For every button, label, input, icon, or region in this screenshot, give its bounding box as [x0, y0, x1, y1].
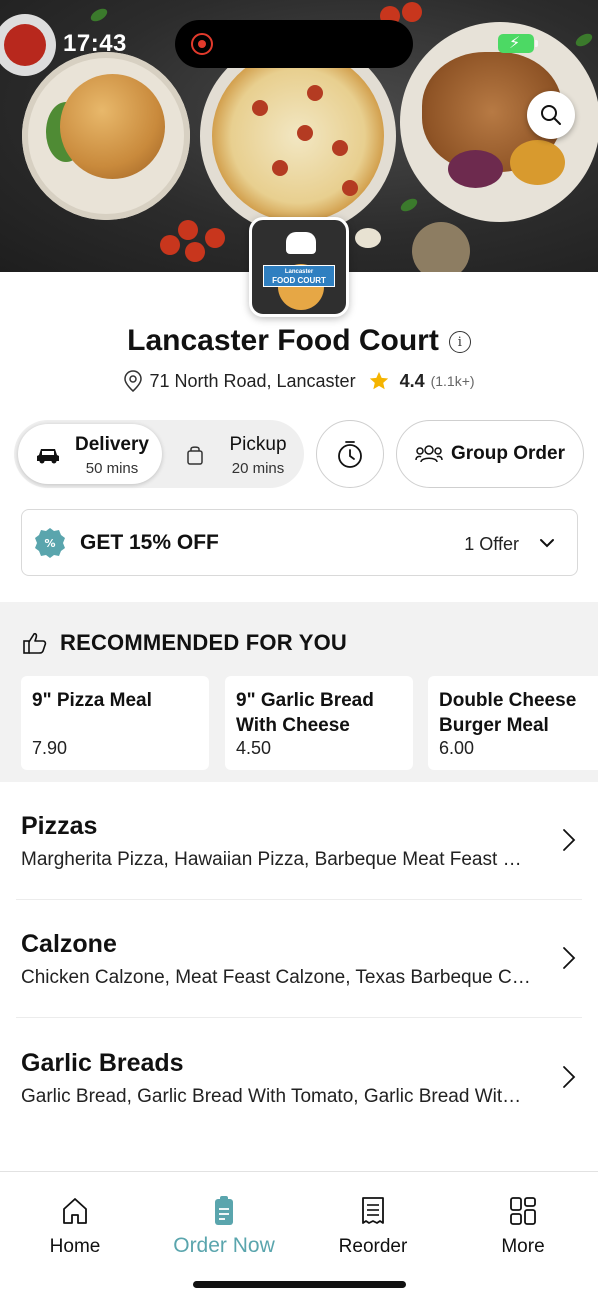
nav-home[interactable]: Home: [20, 1194, 130, 1258]
restaurant-logo: Lancaster FOOD COURT: [249, 217, 349, 317]
ketchup-dish: [0, 14, 56, 76]
grid-icon: [510, 1197, 536, 1225]
category-row-garlic-breads[interactable]: Garlic Breads Garlic Bread, Garlic Bread…: [0, 1019, 598, 1137]
home-icon: [63, 1198, 87, 1224]
chevron-right-icon: [563, 1066, 576, 1088]
category-name: Calzone: [21, 930, 117, 958]
chevron-right-icon: [563, 947, 576, 969]
group-users-icon: [415, 445, 443, 463]
pickup-time: 20 mins: [231, 460, 285, 477]
recommended-item-price: 7.90: [32, 738, 68, 758]
recommended-item-name: Double Cheese Burger Meal: [439, 690, 577, 736]
recommended-card[interactable]: Double Cheese Burger Meal 6.00: [428, 676, 598, 770]
recommended-card[interactable]: 9" Garlic Bread With Cheese 4.50: [225, 676, 413, 770]
recommended-card[interactable]: 9" Pizza Meal 7.90: [21, 676, 209, 770]
restaurant-name: Lancaster Food Court: [127, 324, 439, 357]
shopping-bag-icon: [187, 446, 203, 465]
restaurant-address: 71 North Road, Lancaster: [149, 370, 356, 391]
recommended-item-name: 9" Garlic Bread With Cheese: [236, 690, 374, 736]
pickup-label: Pickup: [229, 434, 287, 455]
info-icon[interactable]: i: [448, 331, 471, 353]
chef-hat-icon: [286, 232, 316, 254]
recommended-heading: RECOMMENDED FOR YOU: [60, 630, 347, 655]
recommended-section: RECOMMENDED FOR YOU 9" Pizza Meal 7.90 9…: [0, 602, 598, 782]
schedule-button[interactable]: [316, 420, 384, 488]
nav-order-now-label: Order Now: [173, 1234, 275, 1257]
category-description: Margherita Pizza, Hawaiian Pizza, Barbeq…: [21, 849, 531, 870]
location-pin-icon: [124, 370, 143, 392]
discount-badge-icon: %: [35, 528, 65, 558]
category-row-calzone[interactable]: Calzone Chicken Calzone, Meat Feast Calz…: [0, 900, 598, 1018]
nav-more-label: More: [501, 1236, 545, 1257]
nav-order-now[interactable]: Order Now: [169, 1194, 279, 1258]
category-description: Garlic Bread, Garlic Bread With Tomato, …: [21, 1086, 531, 1107]
receipt-icon: [362, 1197, 384, 1224]
search-button[interactable]: [527, 91, 575, 139]
category-name: Garlic Breads: [21, 1049, 184, 1077]
rating-count: (1.1k+): [430, 373, 475, 389]
offer-title: GET 15% OFF: [80, 531, 219, 554]
divider: [16, 1017, 582, 1018]
car-icon: [37, 449, 59, 464]
home-indicator: [193, 1281, 406, 1288]
offer-banner[interactable]: % GET 15% OFF 1 Offer: [21, 509, 578, 576]
chevron-right-icon: [563, 829, 576, 851]
group-order-label: Group Order: [450, 443, 565, 464]
nav-more[interactable]: More: [468, 1194, 578, 1258]
nav-reorder[interactable]: Reorder: [318, 1194, 428, 1258]
order-mode-toggle: Delivery 50 mins Pickup 20 mins: [14, 420, 304, 488]
order-icon: [215, 1196, 233, 1225]
burger-plate: [22, 52, 190, 220]
rating-value: 4.4: [399, 370, 425, 391]
status-time: 17:43: [63, 30, 127, 57]
category-description: Chicken Calzone, Meat Feast Calzone, Tex…: [21, 967, 531, 988]
battery-icon: ⚡: [498, 34, 538, 53]
search-icon: [541, 105, 561, 125]
nav-reorder-label: Reorder: [338, 1236, 408, 1257]
delivery-time: 50 mins: [85, 460, 139, 477]
offer-count: 1 Offer: [464, 534, 519, 554]
svg-text:%: %: [44, 537, 55, 550]
timer-icon: [338, 441, 362, 468]
delivery-label: Delivery: [75, 434, 149, 455]
pickup-option[interactable]: Pickup 20 mins: [168, 424, 300, 484]
chevron-down-icon: [540, 539, 554, 548]
dynamic-island: [175, 20, 413, 68]
nav-home-label: Home: [49, 1236, 101, 1257]
group-order-button[interactable]: Group Order: [396, 420, 584, 488]
recording-icon: [191, 33, 213, 55]
thumbs-up-icon: [23, 632, 47, 654]
recommended-item-name: 9" Pizza Meal: [32, 690, 152, 711]
recommended-item-price: 6.00: [439, 738, 475, 758]
category-row-pizzas[interactable]: Pizzas Margherita Pizza, Hawaiian Pizza,…: [0, 782, 598, 900]
recommended-item-price: 4.50: [236, 738, 272, 758]
category-name: Pizzas: [21, 812, 98, 840]
star-icon: [369, 371, 388, 390]
delivery-option[interactable]: Delivery 50 mins: [18, 424, 162, 484]
